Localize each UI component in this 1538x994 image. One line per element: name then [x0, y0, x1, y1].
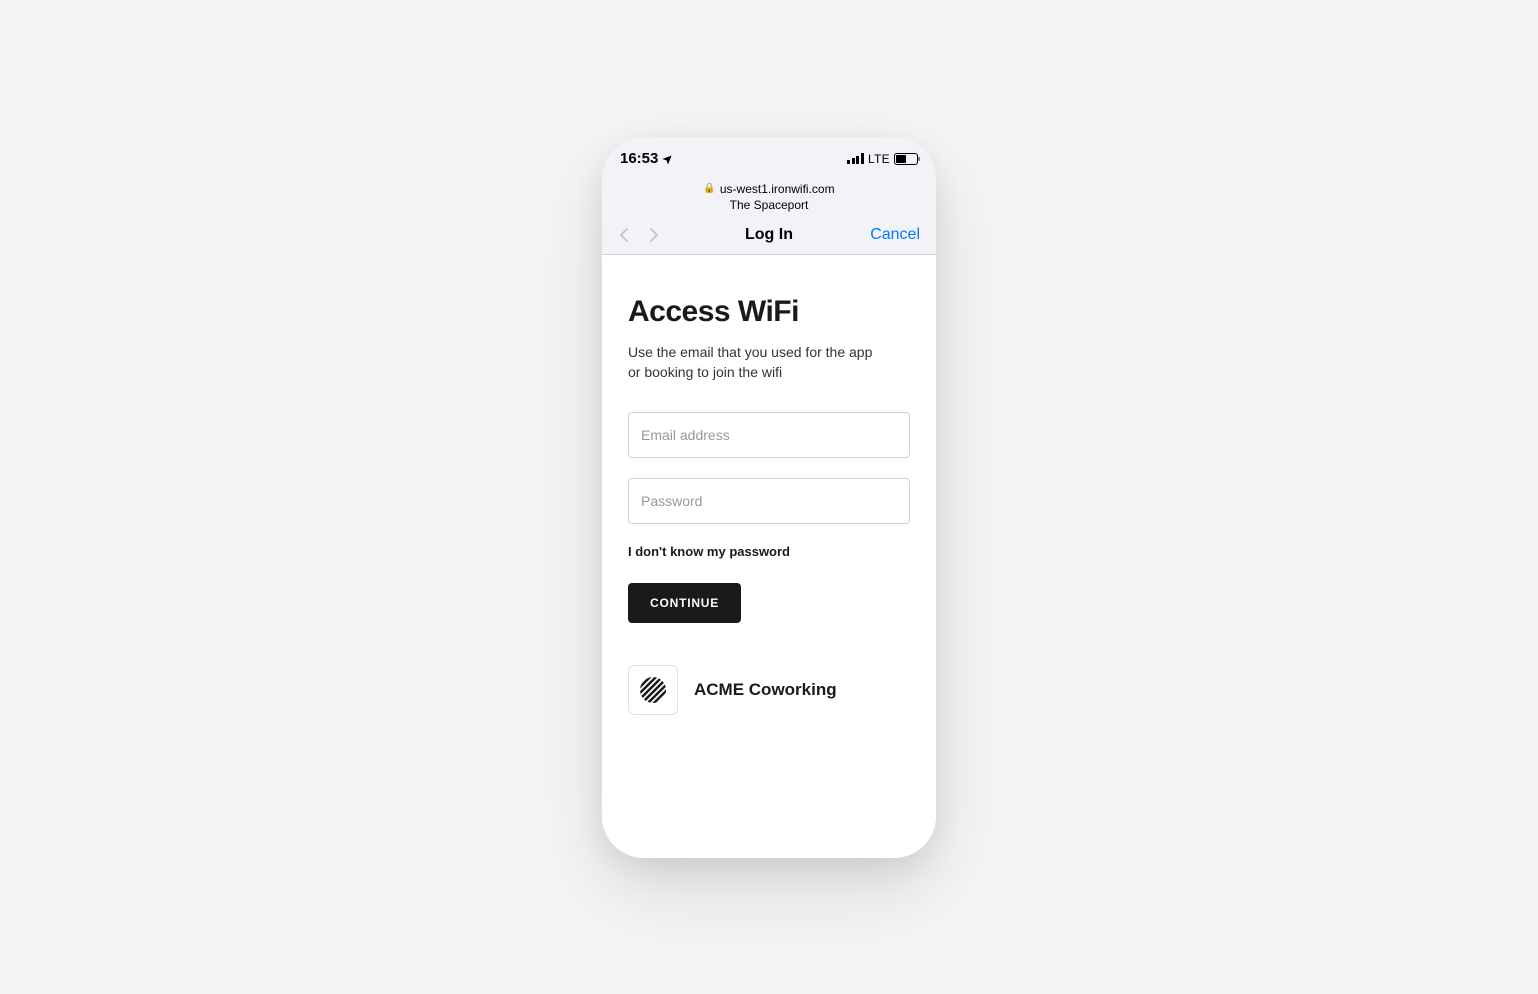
email-field[interactable]: [628, 412, 910, 458]
cancel-button[interactable]: Cancel: [870, 226, 920, 244]
status-time: 16:53: [620, 150, 658, 167]
status-bar: 16:53 LTE: [602, 137, 936, 181]
browser-url-bar: 🔒 us-west1.ironwifi.com The Spaceport: [602, 181, 936, 219]
page-description: Use the email that you used for the app …: [628, 343, 888, 382]
lock-icon: 🔒: [703, 182, 715, 196]
forward-arrow-icon[interactable]: [648, 229, 660, 241]
password-field[interactable]: [628, 478, 910, 524]
continue-button[interactable]: CONTINUE: [628, 583, 741, 623]
site-name: The Spaceport: [602, 197, 936, 214]
signal-icon: [847, 153, 864, 164]
network-type: LTE: [868, 152, 890, 166]
brand-name: ACME Coworking: [694, 680, 837, 700]
location-icon: [662, 153, 674, 165]
page-title: Access WiFi: [628, 295, 910, 329]
url-line: 🔒 us-west1.ironwifi.com: [602, 181, 936, 198]
nav-title: Log In: [745, 226, 793, 244]
status-right: LTE: [847, 152, 918, 166]
nav-bar: Log In Cancel: [602, 218, 936, 255]
status-left: 16:53: [620, 150, 674, 167]
battery-icon: [894, 153, 918, 165]
back-arrow-icon[interactable]: [618, 229, 630, 241]
brand-logo-icon: [639, 676, 667, 704]
nav-arrows: [618, 229, 660, 241]
forgot-password-link[interactable]: I don't know my password: [628, 544, 910, 559]
page-content: Access WiFi Use the email that you used …: [602, 255, 936, 857]
brand-section: ACME Coworking: [628, 665, 910, 715]
url-domain: us-west1.ironwifi.com: [720, 181, 835, 198]
phone-mockup: 16:53 LTE 🔒 us-west1.ironwifi.com The Sp…: [602, 137, 936, 858]
brand-logo: [628, 665, 678, 715]
